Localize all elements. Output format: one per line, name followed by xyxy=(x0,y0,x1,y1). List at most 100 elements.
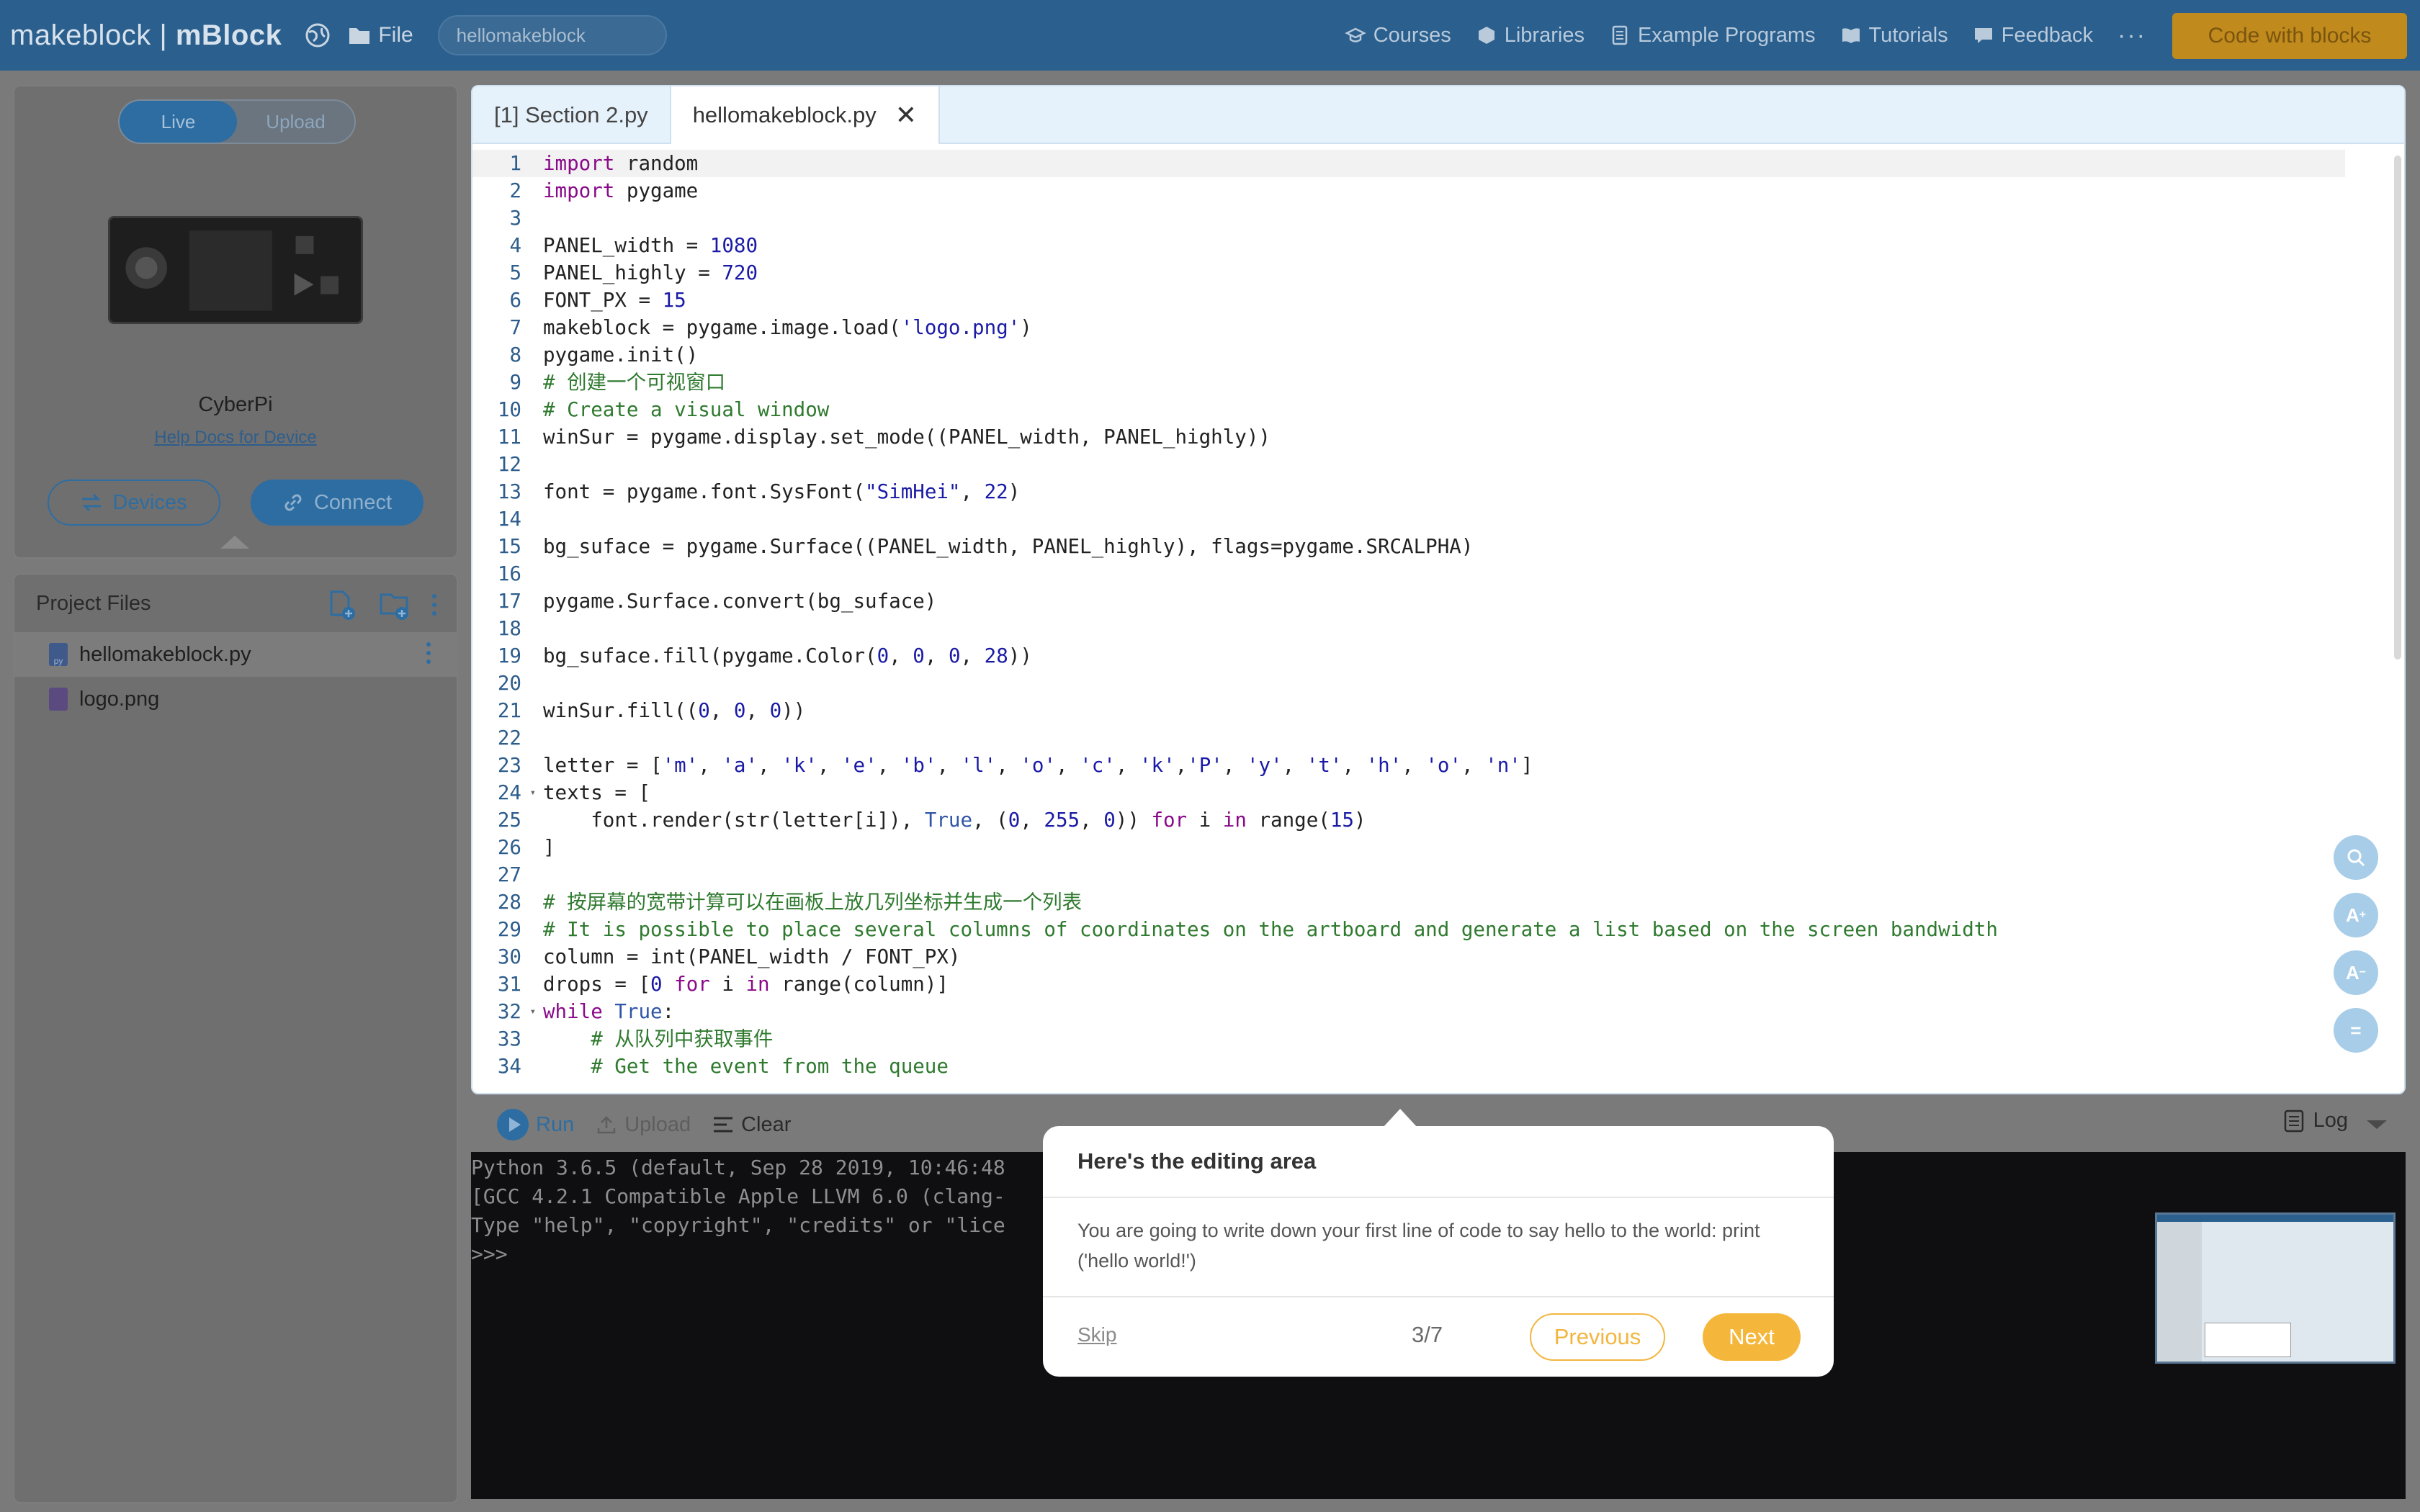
log-button[interactable]: Log xyxy=(2283,1109,2348,1133)
code-line[interactable]: 33 # 从队列中获取事件 xyxy=(472,1025,2345,1053)
nav-example-programs[interactable]: Example Programs xyxy=(1609,24,1816,48)
line-number: 4 xyxy=(509,234,521,257)
code-line[interactable]: 9 # 创建一个可视窗口 xyxy=(472,369,2345,396)
file-name: logo.png xyxy=(79,687,160,711)
code-editor[interactable]: [1] Section 2.py hellomakeblock.py ✕ 1 im… xyxy=(471,85,2406,1094)
globe-icon[interactable] xyxy=(303,21,332,50)
code-line[interactable]: 30 column = int(PANEL_width / FONT_PX) xyxy=(472,943,2345,971)
line-number: 31 xyxy=(497,973,521,996)
code-line[interactable]: 31 drops = [0 for i in range(column)] xyxy=(472,971,2345,998)
search-icon[interactable] xyxy=(2334,835,2378,880)
link-icon xyxy=(284,494,302,511)
code-text: PANEL_highly = 720 xyxy=(543,261,758,284)
run-button[interactable]: Run xyxy=(497,1109,574,1140)
more-menu-icon[interactable]: ··· xyxy=(2118,22,2146,50)
line-number: 30 xyxy=(497,945,521,968)
code-line[interactable]: 7 makeblock = pygame.image.load('logo.png… xyxy=(472,314,2345,341)
code-line[interactable]: 15 bg_suface = pygame.Surface((PANEL_widt… xyxy=(472,533,2345,560)
close-icon[interactable]: ✕ xyxy=(895,100,917,130)
mode-live-button[interactable]: Live xyxy=(120,101,237,143)
file-options-icon[interactable] xyxy=(426,642,431,664)
code-line[interactable]: 8 pygame.init() xyxy=(472,341,2345,369)
code-line[interactable]: 17 pygame.Surface.convert(bg_suface) xyxy=(472,588,2345,615)
mode-upload-button[interactable]: Upload xyxy=(237,101,354,143)
code-text: PANEL_width = 1080 xyxy=(543,234,758,257)
code-line[interactable]: 4 PANEL_width = 1080 xyxy=(472,232,2345,259)
next-button[interactable]: Next xyxy=(1703,1313,1801,1361)
new-folder-icon[interactable] xyxy=(379,589,411,621)
chevron-down-icon[interactable] xyxy=(2367,1120,2387,1129)
code-line[interactable]: 1 import random xyxy=(472,150,2345,177)
top-nav: Courses Libraries Example Programs Tutor… xyxy=(1344,0,2146,71)
code-line[interactable]: 19 bg_suface.fill(pygame.Color(0, 0, 0, 2… xyxy=(472,642,2345,670)
code-line[interactable]: 5 PANEL_highly = 720 xyxy=(472,259,2345,287)
line-number: 16 xyxy=(497,562,521,585)
file-item-logo[interactable]: logo.png xyxy=(14,677,457,721)
project-name-input[interactable] xyxy=(437,15,667,55)
line-number: 2 xyxy=(509,179,521,202)
code-line[interactable]: 3 xyxy=(472,204,2345,232)
nav-courses[interactable]: Courses xyxy=(1344,24,1451,48)
tab-label: [1] Section 2.py xyxy=(494,102,648,127)
nav-feedback[interactable]: Feedback xyxy=(1973,24,2093,48)
code-line[interactable]: 10 # Create a visual window xyxy=(472,396,2345,423)
line-number: 13 xyxy=(497,480,521,503)
code-line[interactable]: 26] xyxy=(472,834,2345,861)
file-menu[interactable]: File xyxy=(348,23,413,48)
clear-button[interactable]: Clear xyxy=(712,1113,791,1137)
collapse-panel-icon[interactable] xyxy=(220,536,249,549)
code-line[interactable]: 6 FONT_PX = 15 xyxy=(472,287,2345,314)
code-line[interactable]: 25 font.render(str(letter[i]), True, (0,… xyxy=(472,806,2345,834)
code-line[interactable]: 16 xyxy=(472,560,2345,588)
code-text: texts = [ xyxy=(543,781,651,804)
font-decrease-icon[interactable]: A − xyxy=(2334,950,2378,995)
code-line[interactable]: 22 xyxy=(472,724,2345,752)
previous-button[interactable]: Previous xyxy=(1530,1313,1665,1361)
code-line[interactable]: 29 # It is possible to place several colu… xyxy=(472,916,2345,943)
clear-icon xyxy=(714,1117,733,1133)
code-text: font.render(str(letter[i]), True, (0, 25… xyxy=(543,809,1366,832)
nav-libraries[interactable]: Libraries xyxy=(1476,24,1585,48)
fold-arrow-icon[interactable]: ▾ xyxy=(530,998,536,1025)
code-line[interactable]: 12 xyxy=(472,451,2345,478)
nav-tutorials[interactable]: Tutorials xyxy=(1840,24,1948,48)
file-item-hellomakeblock[interactable]: py hellomakeblock.py xyxy=(14,632,457,677)
code-line[interactable]: 24 ▾ texts = [ xyxy=(472,779,2345,806)
line-number: 12 xyxy=(497,453,521,476)
code-with-blocks-button[interactable]: Code with blocks xyxy=(2172,13,2407,59)
upload-button[interactable]: Upload xyxy=(596,1113,691,1137)
font-increase-icon[interactable]: A + xyxy=(2334,893,2378,937)
line-number: 11 xyxy=(497,426,521,449)
new-file-icon[interactable] xyxy=(326,589,357,621)
code-line[interactable]: 32 ▾ while True: xyxy=(472,998,2345,1025)
code-line[interactable]: 34 # Get the event from the queue xyxy=(472,1053,2345,1080)
editor-scrollbar[interactable] xyxy=(2394,156,2401,660)
help-docs-link[interactable]: Help Docs for Device xyxy=(14,428,457,448)
code-line[interactable]: 28 # 按屏幕的宽带计算可以在画板上放几列坐标并生成一个列表 xyxy=(472,888,2345,916)
tour-footer: Skip 3/7 Previous Next xyxy=(1043,1297,1834,1375)
skip-link[interactable]: Skip xyxy=(1077,1323,1116,1346)
connect-button[interactable]: Connect xyxy=(251,480,424,526)
tab-section-2[interactable]: [1] Section 2.py xyxy=(472,86,671,144)
screen-preview-thumbnail xyxy=(2155,1212,2396,1364)
code-line[interactable]: 18 xyxy=(472,615,2345,642)
code-area[interactable]: 1 import random 2 import pygame 3 4 PANEL_widt… xyxy=(472,150,2345,1080)
files-more-icon[interactable] xyxy=(432,594,436,616)
code-line[interactable]: 14 xyxy=(472,505,2345,533)
format-icon[interactable]: = xyxy=(2334,1008,2378,1053)
devices-button[interactable]: Devices xyxy=(48,480,220,526)
code-line[interactable]: 27 xyxy=(472,861,2345,888)
code-text: while True: xyxy=(543,1000,675,1023)
code-line[interactable]: 2 import pygame xyxy=(472,177,2345,204)
code-line[interactable]: 13 font = pygame.font.SysFont("SimHei", 2… xyxy=(472,478,2345,505)
cyberpi-device-image xyxy=(108,216,363,324)
code-line[interactable]: 23 letter = ['m', 'a', 'k', 'e', 'b', 'l'… xyxy=(472,752,2345,779)
line-number: 17 xyxy=(497,590,521,613)
code-line[interactable]: 11 winSur = pygame.display.set_mode((PANE… xyxy=(472,423,2345,451)
code-line[interactable]: 21 winSur.fill((0, 0, 0)) xyxy=(472,697,2345,724)
code-line[interactable]: 20 xyxy=(472,670,2345,697)
tab-hellomakeblock[interactable]: hellomakeblock.py ✕ xyxy=(671,86,940,144)
fold-arrow-icon[interactable]: ▾ xyxy=(530,779,536,806)
line-number: 3 xyxy=(509,207,521,230)
